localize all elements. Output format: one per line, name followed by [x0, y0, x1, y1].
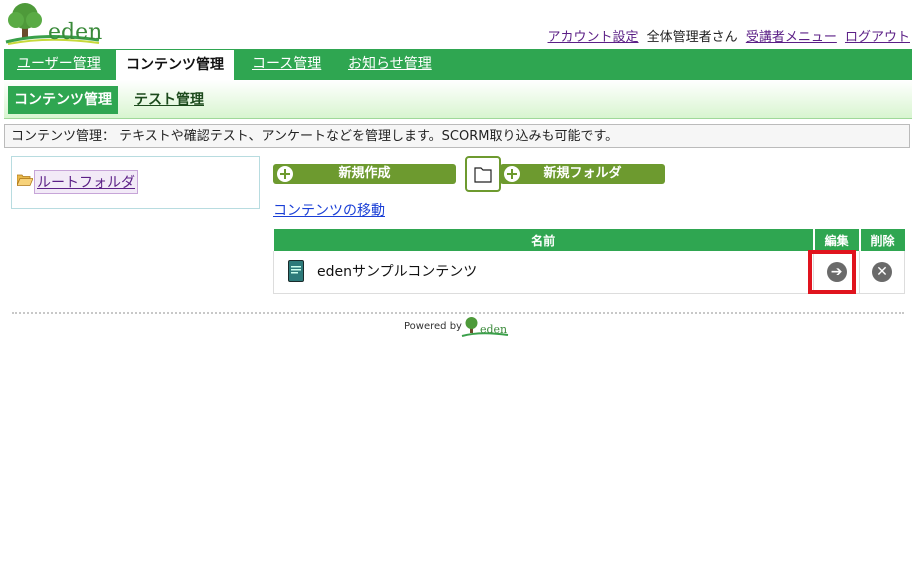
tab-content-management[interactable]: コンテンツ管理 [116, 50, 234, 80]
plus-icon [277, 166, 293, 182]
close-circle-icon[interactable]: ✕ [872, 262, 893, 282]
page-description: コンテンツ管理： テキストや確認テスト、アンケートなどを管理します。SCORM取… [4, 124, 910, 148]
content-name[interactable]: edenサンプルコンテンツ [317, 261, 477, 281]
book-icon [288, 260, 304, 282]
folder-tree: ルートフォルダ [11, 156, 260, 209]
new-create-label: 新規作成 [338, 166, 391, 181]
powered-by-text: Powered by [404, 321, 462, 332]
main-nav: ユーザー管理 コンテンツ管理 コース管理 お知らせ管理 [4, 49, 912, 80]
plus-icon [504, 166, 520, 182]
move-contents-link[interactable]: コンテンツの移動 [273, 200, 385, 220]
logout-link[interactable]: ログアウト [845, 30, 910, 45]
tab-course-management[interactable]: コース管理 [252, 49, 321, 80]
header: eden アカウント設定 全体管理者さん 受講者メニュー ログアウト [0, 0, 916, 46]
folder-icon-button[interactable] [465, 156, 501, 192]
sub-nav: コンテンツ管理 テスト管理 [4, 80, 912, 119]
logo-text: eden [48, 20, 103, 45]
header-delete: 削除 [859, 229, 905, 251]
footer-eden-logo: eden [460, 316, 510, 338]
header-edit: 編集 [813, 229, 861, 251]
root-folder-link[interactable]: ルートフォルダ [34, 170, 138, 194]
eden-logo[interactable]: eden [4, 2, 104, 46]
content-name-cell: edenサンプルコンテンツ [272, 251, 815, 294]
subtab-content-management[interactable]: コンテンツ管理 [8, 86, 118, 114]
user-name: 全体管理者さん [646, 30, 738, 45]
folder-icon [474, 167, 492, 183]
learner-menu-link[interactable]: 受講者メニュー [746, 30, 837, 45]
header-name: 名前 [273, 229, 815, 251]
new-folder-label: 新規フォルダ [543, 166, 622, 181]
account-settings-link[interactable]: アカウント設定 [548, 30, 639, 45]
footer: Powered by eden [404, 316, 524, 338]
tab-notice-management[interactable]: お知らせ管理 [348, 49, 432, 80]
footer-divider [12, 312, 904, 314]
delete-cell: ✕ [859, 251, 905, 294]
tab-user-management[interactable]: ユーザー管理 [17, 49, 101, 80]
edit-highlight-box [808, 250, 856, 294]
new-create-button[interactable]: 新規作成 [273, 164, 456, 184]
footer-logo-text: eden [480, 323, 508, 336]
folder-open-icon [17, 174, 33, 186]
new-folder-button[interactable]: 新規フォルダ [500, 164, 665, 184]
subtab-test-management[interactable]: テスト管理 [134, 86, 204, 114]
top-links: アカウント設定 全体管理者さん 受講者メニュー ログアウト [548, 26, 910, 45]
